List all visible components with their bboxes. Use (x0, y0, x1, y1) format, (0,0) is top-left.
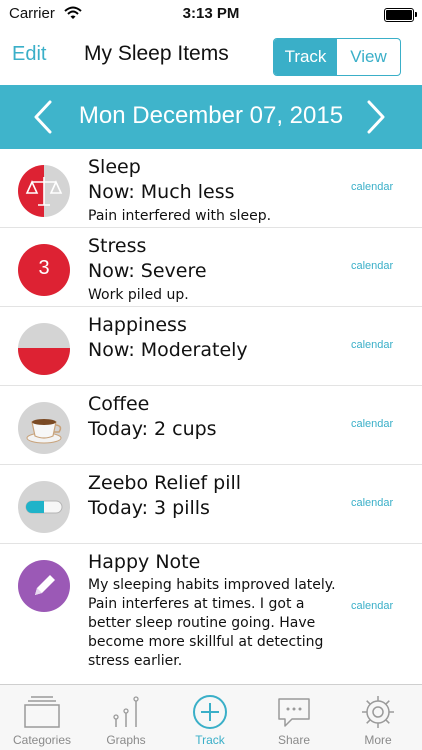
list-item-stress[interactable]: 3 Stress Now: Severe Work piled up. cale… (0, 228, 422, 307)
current-date: Mon December 07, 2015 (78, 102, 344, 129)
item-name: Zeebo Relief pill (88, 472, 242, 494)
tab-label: Graphs (106, 733, 146, 747)
list-item-happiness[interactable]: Happiness Now: Moderately calendar (0, 307, 422, 386)
pencil-icon (18, 560, 70, 612)
half-filled-circle-icon (18, 323, 70, 375)
item-value: Now: Much less (88, 181, 235, 203)
tab-bar: Categories Graphs Track Share More (0, 684, 422, 750)
speech-bubble-icon (278, 698, 310, 727)
scale-icon (18, 165, 70, 217)
navigation-bar: Edit My Sleep Items Track View (0, 30, 422, 85)
item-value: Now: Severe (88, 260, 207, 282)
tab-label: More (364, 733, 392, 747)
tab-share[interactable]: Share (252, 685, 336, 750)
track-segment[interactable]: Track (274, 39, 337, 75)
tab-track[interactable]: Track (168, 685, 252, 750)
list-item-coffee[interactable]: Coffee Today: 2 cups calendar (0, 386, 422, 465)
calendar-link[interactable]: calendar (351, 418, 393, 430)
item-name: Sleep (88, 156, 141, 178)
tab-label: Share (277, 733, 311, 747)
item-name: Stress (88, 235, 147, 257)
item-note: Work piled up. (88, 287, 189, 303)
item-name: Coffee (88, 393, 150, 415)
chevron-right-icon[interactable] (364, 100, 388, 134)
calendar-link[interactable]: calendar (351, 339, 393, 351)
calendar-link[interactable]: calendar (351, 260, 393, 272)
item-note: Pain interfered with sleep. (88, 208, 272, 224)
stress-level-badge: 3 (38, 257, 50, 279)
calendar-link[interactable]: calendar (351, 600, 393, 612)
date-bar: Mon December 07, 2015 (0, 85, 422, 149)
list-item-sleep[interactable]: Sleep Now: Much less Pain interfered wit… (0, 149, 422, 228)
item-value: Now: Moderately (88, 339, 248, 361)
item-note: My sleeping habits improved lately. Pain… (88, 577, 336, 669)
item-name: Happiness (88, 314, 187, 336)
list-item-happy-note[interactable]: Happy Note My sleeping habits improved l… (0, 544, 422, 684)
tab-label: Categories (12, 733, 72, 747)
track-view-segmented-control: Track View (273, 38, 401, 76)
status-bar: Carrier 3:13 PM (0, 0, 422, 30)
battery-icon (384, 8, 417, 22)
level-badge-icon: 3 (18, 244, 70, 296)
tab-graphs[interactable]: Graphs (84, 685, 168, 750)
graph-icon (113, 696, 139, 727)
tab-label: Track (195, 733, 225, 747)
list-item-zeebo-relief-pill[interactable]: Zeebo Relief pill Today: 3 pills calenda… (0, 465, 422, 544)
gear-icon (362, 696, 394, 728)
tab-more[interactable]: More (336, 685, 420, 750)
calendar-link[interactable]: calendar (351, 497, 393, 509)
folder-icon (24, 696, 60, 728)
item-value: Today: 2 cups (88, 418, 217, 440)
item-name: Happy Note (88, 551, 201, 573)
plus-circle-icon (193, 695, 227, 729)
edit-button[interactable]: Edit (12, 43, 46, 66)
item-value: Today: 3 pills (88, 497, 210, 519)
page-title: My Sleep Items (84, 42, 229, 65)
coffee-cup-icon (18, 402, 70, 454)
clock: 3:13 PM (182, 5, 240, 22)
view-segment[interactable]: View (337, 39, 400, 75)
calendar-link[interactable]: calendar (351, 181, 393, 193)
pill-icon (18, 481, 70, 533)
tab-categories[interactable]: Categories (0, 685, 84, 750)
